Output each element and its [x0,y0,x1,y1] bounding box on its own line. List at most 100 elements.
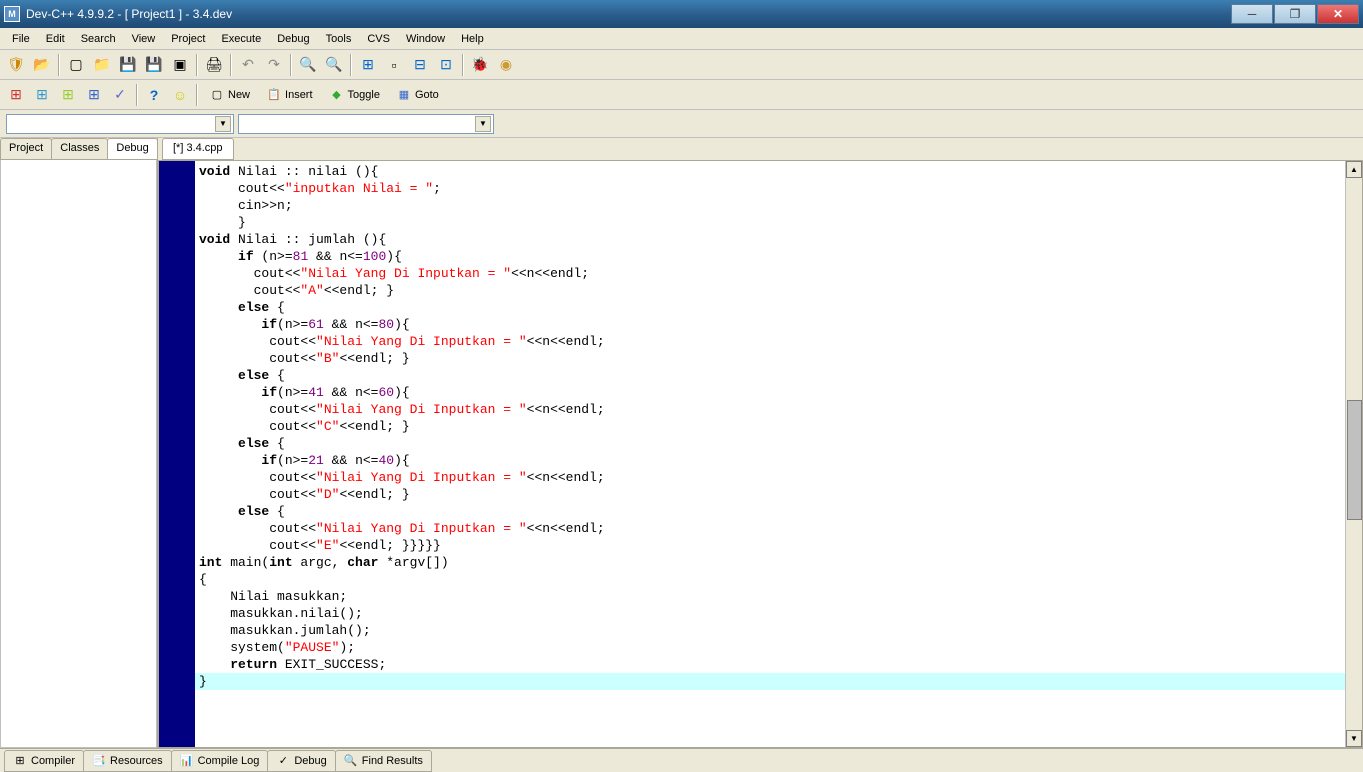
help-icon[interactable]: ? [142,83,166,107]
code-line: masukkan.jumlah(); [195,622,1345,639]
scroll-down-icon[interactable]: ▼ [1346,730,1362,747]
code-line: cout<<"Nilai Yang Di Inputkan = "<<n<<en… [195,520,1345,537]
scroll-up-icon[interactable]: ▲ [1346,161,1362,178]
new-file-icon[interactable]: ▢ [64,53,88,77]
find-icon[interactable]: 🔍 [296,53,320,77]
menu-view[interactable]: View [124,30,164,48]
sidebar-tabs: ProjectClassesDebug [0,138,157,160]
code-line: return EXIT_SUCCESS; [195,656,1345,673]
find-next-icon[interactable]: 🔍 [322,53,346,77]
menu-edit[interactable]: Edit [38,30,73,48]
minimize-button[interactable]: ─ [1231,4,1273,24]
save-icon[interactable]: 💾 [116,53,140,77]
menu-search[interactable]: Search [73,30,124,48]
run-icon[interactable]: ▫ [382,53,406,77]
status-tab-find-results[interactable]: 🔍 Find Results [335,750,432,772]
editor-body: void Nilai :: nilai (){ cout<<"inputkan … [158,160,1363,748]
code-line: if(n>=21 && n<=40){ [195,452,1345,469]
code-line: cout<<"inputkan Nilai = "; [195,180,1345,197]
grid4-icon[interactable]: ⊞ [82,83,106,107]
menu-execute[interactable]: Execute [213,30,269,48]
save-all-icon[interactable]: 💾 [142,53,166,77]
status-tab-resources[interactable]: 📑Resources [83,750,172,772]
main-area: ProjectClassesDebug [*] 3.4.cpp void Nil… [0,138,1363,748]
menu-project[interactable]: Project [163,30,213,48]
code-line: else { [195,299,1345,316]
grid2-icon[interactable]: ⊞ [30,83,54,107]
code-line: void Nilai :: jumlah (){ [195,231,1345,248]
redo-icon[interactable]: ↷ [262,53,286,77]
code-editor[interactable]: void Nilai :: nilai (){ cout<<"inputkan … [195,161,1345,747]
status-tab-label: Find Results [362,755,423,767]
profile-icon[interactable]: ◉ [494,53,518,77]
debug-icon[interactable]: 🐞 [468,53,492,77]
compile-run-icon[interactable]: ⊟ [408,53,432,77]
compiler-icon: ⊞ [13,754,27,768]
compile-log-icon: 📊 [180,754,194,768]
code-line: void Nilai :: nilai (){ [195,163,1345,180]
scroll-thumb[interactable] [1347,400,1362,520]
grid3-icon[interactable]: ⊞ [56,83,80,107]
title-bar: M Dev-C++ 4.9.9.2 - [ Project1 ] - 3.4.d… [0,0,1363,28]
find-results-icon: 🔍 [344,754,358,768]
combo-right[interactable]: ▼ [238,114,494,134]
menu-bar: FileEditSearchViewProjectExecuteDebugToo… [0,28,1363,50]
menu-help[interactable]: Help [453,30,492,48]
code-line: cout<<"Nilai Yang Di Inputkan = "<<n<<en… [195,333,1345,350]
check-icon[interactable]: ✓ [108,83,132,107]
code-line: if (n>=81 && n<=100){ [195,248,1345,265]
separator [230,54,232,76]
separator [290,54,292,76]
goto-button[interactable]: ▦Goto [389,84,446,106]
editor-area: [*] 3.4.cpp void Nilai :: nilai (){ cout… [158,138,1363,748]
chevron-down-icon: ▼ [215,116,231,132]
separator [196,84,198,106]
code-line: int main(int argc, char *argv[]) [195,554,1345,571]
code-line: cout<<"C"<<endl; } [195,418,1345,435]
sidebar-body [0,160,157,748]
combo-left[interactable]: ▼ [6,114,234,134]
toggle-button[interactable]: ◆Toggle [322,84,387,106]
code-line: system("PAUSE"); [195,639,1345,656]
status-tab-compiler[interactable]: ⊞Compiler [4,750,84,772]
code-line: { [195,571,1345,588]
status-tab-compile-log[interactable]: 📊Compile Log [171,750,269,772]
insert-button[interactable]: 📋Insert [259,84,320,106]
print-icon[interactable]: 🖨 [202,53,226,77]
shield-icon[interactable]: 🛡 [4,53,28,77]
vertical-scrollbar[interactable]: ▲ ▼ [1345,161,1362,747]
about-icon[interactable]: ☺ [168,83,192,107]
menu-tools[interactable]: Tools [318,30,360,48]
undo-icon[interactable]: ↶ [236,53,260,77]
resources-icon: 📑 [92,754,106,768]
sidebar-tab-debug[interactable]: Debug [107,138,157,159]
code-line: cout<<"B"<<endl; } [195,350,1345,367]
compile-icon[interactable]: ⊞ [356,53,380,77]
new-button[interactable]: ▢New [202,84,257,106]
rebuild-icon[interactable]: ⊡ [434,53,458,77]
code-line: } [195,214,1345,231]
separator [58,54,60,76]
menu-file[interactable]: File [4,30,38,48]
close-file-icon[interactable]: ▣ [168,53,192,77]
menu-window[interactable]: Window [398,30,453,48]
grid1-icon[interactable]: ⊞ [4,83,28,107]
editor-tab[interactable]: [*] 3.4.cpp [162,138,234,160]
open-icon[interactable]: 📁 [90,53,114,77]
code-line: } [195,673,1345,690]
window-controls: ─ ❐ ✕ [1231,4,1359,24]
menu-debug[interactable]: Debug [269,30,317,48]
menu-cvs[interactable]: CVS [359,30,398,48]
chevron-down-icon: ▼ [475,116,491,132]
code-line: cout<<"A"<<endl; } [195,282,1345,299]
status-tab-debug[interactable]: ✓Debug [267,750,335,772]
maximize-button[interactable]: ❐ [1274,4,1316,24]
status-tabs: ⊞Compiler📑Resources📊Compile Log✓Debug 🔍 Fi… [0,748,1363,772]
code-line: if(n>=61 && n<=80){ [195,316,1345,333]
code-line: else { [195,435,1345,452]
toolbar-primary: 🛡 📂 ▢ 📁 💾 💾 ▣ 🖨 ↶ ↷ 🔍 🔍 ⊞ ▫ ⊟ ⊡ 🐞 ◉ [0,50,1363,80]
close-button[interactable]: ✕ [1317,4,1359,24]
folder-icon[interactable]: 📂 [30,53,54,77]
sidebar-tab-project[interactable]: Project [0,138,52,159]
sidebar-tab-classes[interactable]: Classes [51,138,108,159]
